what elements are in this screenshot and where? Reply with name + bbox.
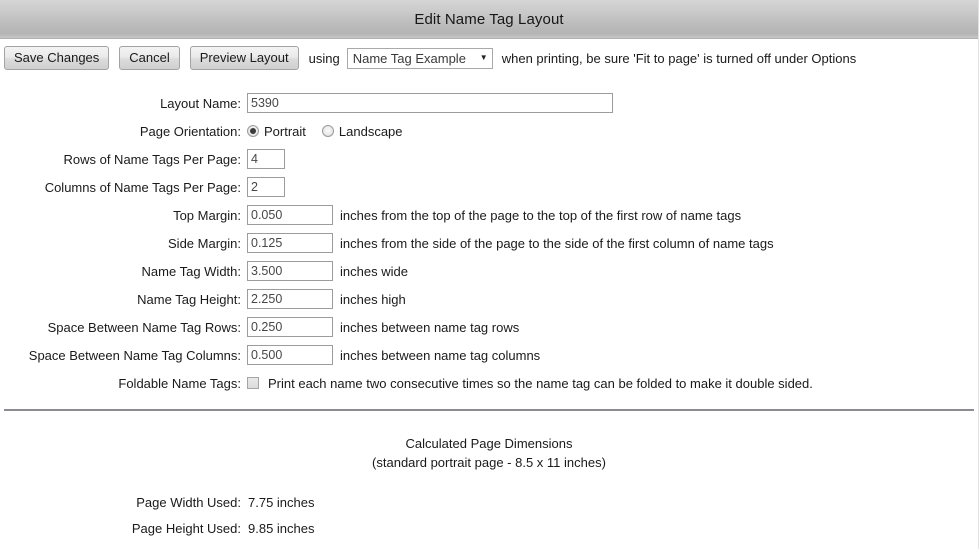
row-name-tag-height: Name Tag Height: inches high	[0, 285, 978, 313]
top-margin-input[interactable]	[247, 205, 333, 225]
using-label: using	[308, 50, 340, 66]
row-columns-per-page: Columns of Name Tags Per Page:	[0, 173, 978, 201]
print-note: when printing, be sure 'Fit to page' is …	[501, 50, 857, 66]
preview-layout-button[interactable]: Preview Layout	[189, 46, 299, 70]
radio-portrait-icon[interactable]	[247, 125, 259, 137]
page-width-used-label: Page Width Used:	[136, 494, 241, 510]
space-between-rows-input[interactable]	[247, 317, 333, 337]
calculated-values: Page Width Used: 7.75 inches Page Height…	[0, 489, 978, 541]
page-title: Edit Name Tag Layout	[414, 10, 564, 28]
rows-per-page-label: Rows of Name Tags Per Page:	[63, 151, 241, 167]
space-between-rows-hint: inches between name tag rows	[340, 319, 520, 335]
layout-form: Layout Name: Page Orientation: Portrait …	[0, 78, 978, 397]
row-page-orientation: Page Orientation: Portrait Landscape	[0, 117, 978, 145]
space-between-columns-input[interactable]	[247, 345, 333, 365]
side-margin-label: Side Margin:	[168, 235, 241, 251]
row-space-between-columns: Space Between Name Tag Columns: inches b…	[0, 341, 978, 369]
radio-landscape-label: Landscape	[338, 123, 403, 139]
top-margin-label: Top Margin:	[173, 207, 241, 223]
section-divider	[4, 409, 974, 411]
preview-example-select-value: Name Tag Example	[352, 50, 466, 66]
name-tag-width-input[interactable]	[247, 261, 333, 281]
name-tag-height-input[interactable]	[247, 289, 333, 309]
row-layout-name: Layout Name:	[0, 89, 978, 117]
row-rows-per-page: Rows of Name Tags Per Page:	[0, 145, 978, 173]
page-width-used-value: 7.75 inches	[248, 494, 315, 510]
page-height-used-label: Page Height Used:	[131, 520, 241, 536]
page-root: Edit Name Tag Layout Save Changes Cancel…	[0, 0, 979, 549]
row-side-margin: Side Margin: inches from the side of the…	[0, 229, 978, 257]
layout-name-label: Layout Name:	[160, 95, 241, 111]
chevron-down-icon: ▼	[479, 53, 488, 62]
name-tag-height-hint: inches high	[340, 291, 406, 307]
row-foldable-name-tags: Foldable Name Tags: Print each name two …	[0, 369, 978, 397]
top-margin-hint: inches from the top of the page to the t…	[340, 207, 742, 223]
preview-example-select[interactable]: Name Tag Example ▼	[346, 47, 493, 69]
space-between-rows-label: Space Between Name Tag Rows:	[47, 319, 241, 335]
row-top-margin: Top Margin: inches from the top of the p…	[0, 201, 978, 229]
calculated-heading: Calculated Page Dimensions	[405, 436, 573, 451]
foldable-name-tags-label: Foldable Name Tags:	[118, 375, 241, 391]
columns-per-page-input[interactable]	[247, 177, 285, 197]
calculated-subheading: (standard portrait page - 8.5 x 11 inche…	[372, 455, 606, 470]
rows-per-page-input[interactable]	[247, 149, 285, 169]
row-space-between-rows: Space Between Name Tag Rows: inches betw…	[0, 313, 978, 341]
cancel-button[interactable]: Cancel	[119, 46, 180, 70]
page-orientation-label: Page Orientation:	[139, 123, 241, 139]
save-changes-button[interactable]: Save Changes	[4, 46, 110, 70]
side-margin-hint: inches from the side of the page to the …	[340, 235, 774, 251]
radio-item-portrait[interactable]: Portrait	[247, 124, 306, 139]
foldable-name-tags-hint: Print each name two consecutive times so…	[268, 375, 813, 391]
name-tag-height-label: Name Tag Height:	[137, 291, 241, 307]
layout-name-input[interactable]	[247, 93, 613, 113]
space-between-columns-hint: inches between name tag columns	[340, 347, 541, 363]
foldable-name-tags-checkbox[interactable]	[247, 377, 259, 389]
row-page-height-used: Page Height Used: 9.85 inches	[0, 515, 978, 541]
name-tag-width-label: Name Tag Width:	[141, 263, 241, 279]
radio-landscape-icon[interactable]	[321, 125, 334, 137]
name-tag-width-hint: inches wide	[340, 263, 408, 279]
columns-per-page-label: Columns of Name Tags Per Page:	[44, 179, 241, 195]
space-between-columns-label: Space Between Name Tag Columns:	[28, 347, 241, 363]
radio-item-landscape[interactable]: Landscape	[321, 123, 403, 139]
calculated-dimensions-section: Calculated Page Dimensions (standard por…	[0, 434, 978, 472]
radio-portrait-label: Portrait	[264, 123, 306, 139]
window-titlebar: Edit Name Tag Layout	[0, 0, 978, 39]
page-height-used-value: 9.85 inches	[248, 520, 315, 536]
row-page-width-used: Page Width Used: 7.75 inches	[0, 489, 978, 515]
toolbar: Save Changes Cancel Preview Layout using…	[0, 39, 978, 78]
side-margin-input[interactable]	[247, 233, 333, 253]
row-name-tag-width: Name Tag Width: inches wide	[0, 257, 978, 285]
page-orientation-radiogroup: Portrait Landscape	[247, 124, 419, 139]
